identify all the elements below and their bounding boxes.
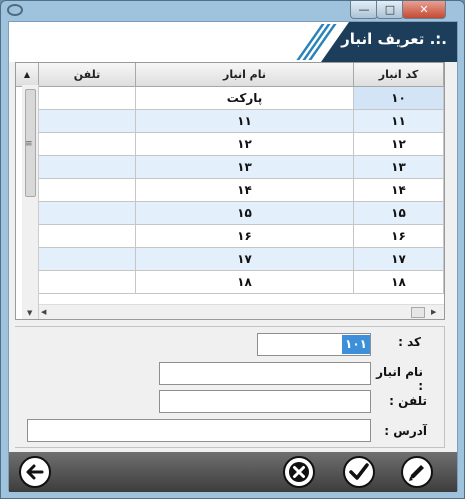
cell-code[interactable]: ۱۴ xyxy=(354,179,444,202)
cell-name[interactable]: پارکت xyxy=(136,87,354,110)
app-window: — □ ✕ .:. تعریف انبار ▲ تلفن نام انبار ک… xyxy=(0,0,465,499)
cell-phone[interactable] xyxy=(39,156,136,179)
name-label: نام انبار : xyxy=(376,365,423,393)
cell-name[interactable]: ۱۳ xyxy=(136,156,354,179)
cell-phone[interactable] xyxy=(39,271,136,294)
minimize-icon: — xyxy=(358,3,370,16)
header-banner: .:. تعریف انبار xyxy=(9,22,457,62)
scroll-right-icon[interactable]: ▶ xyxy=(431,308,436,316)
pencil-icon xyxy=(409,465,424,481)
arrow-left-icon xyxy=(26,464,44,480)
maximize-icon: □ xyxy=(384,3,396,16)
back-button[interactable] xyxy=(19,456,51,488)
cell-name[interactable]: ۱۲ xyxy=(136,133,354,156)
warehouse-grid[interactable]: ▲ تلفن نام انبار کد انبار پارکت۱۰◀۱۱۱۱۱۲… xyxy=(15,62,445,320)
confirm-button[interactable] xyxy=(343,456,375,488)
table-row[interactable]: ۱۷ ۱۷ xyxy=(16,248,444,271)
code-input-value: ۱۰۱ xyxy=(342,335,370,354)
page-title: .:. تعریف انبار xyxy=(341,30,447,48)
cell-phone[interactable] xyxy=(39,133,136,156)
cell-phone[interactable] xyxy=(39,179,136,202)
cell-name[interactable]: ۱۶ xyxy=(136,225,354,248)
grid-corner-header: ▲ xyxy=(16,63,39,87)
title-bar: — □ ✕ xyxy=(1,1,464,21)
vertical-scrollbar[interactable]: ≡ ▼ xyxy=(22,85,39,319)
column-header-phone[interactable]: تلفن xyxy=(39,63,136,87)
cell-phone[interactable] xyxy=(39,225,136,248)
code-label: کد : xyxy=(398,335,421,349)
cell-code[interactable]: ۱۰ xyxy=(354,87,444,110)
cell-code[interactable]: ۱۸ xyxy=(354,271,444,294)
checkmark-icon xyxy=(349,463,369,480)
close-button[interactable]: ✕ xyxy=(402,1,446,19)
phone-input[interactable] xyxy=(159,390,371,413)
x-circle-icon xyxy=(289,462,309,482)
cell-phone[interactable] xyxy=(39,248,136,271)
code-input[interactable]: ۱۰۱ xyxy=(257,333,371,356)
cell-phone[interactable] xyxy=(39,87,136,110)
minimize-button[interactable]: — xyxy=(350,1,378,19)
table-row[interactable]: ۱۱ ۱۱ xyxy=(16,110,444,133)
phone-label: تلفن : xyxy=(389,394,427,408)
app-icon xyxy=(7,4,23,16)
grip-icon: ≡ xyxy=(25,139,33,149)
column-header-name[interactable]: نام انبار xyxy=(136,63,354,87)
scroll-left-icon[interactable]: ◀ xyxy=(41,308,46,316)
name-input[interactable] xyxy=(159,362,371,385)
table-row[interactable]: ۱۸ ۱۸ xyxy=(16,271,444,294)
cell-name[interactable]: ۱۱ xyxy=(136,110,354,133)
cell-code[interactable]: ۱۶ xyxy=(354,225,444,248)
maximize-button[interactable]: □ xyxy=(376,1,404,19)
cancel-button[interactable] xyxy=(283,456,315,488)
address-label: آدرس : xyxy=(384,424,427,438)
table-row[interactable]: ۱۵ ۱۵ xyxy=(16,202,444,225)
cell-code[interactable]: ۱۷ xyxy=(354,248,444,271)
cell-code[interactable]: ۱۱ xyxy=(354,110,444,133)
scroll-down-icon[interactable]: ▼ xyxy=(27,309,32,317)
scrollbar-thumb[interactable] xyxy=(411,307,425,318)
client-area: .:. تعریف انبار ▲ تلفن نام انبار کد انبا… xyxy=(8,21,458,492)
scroll-up-icon[interactable]: ▲ xyxy=(24,70,30,79)
table-row[interactable]: ۱۳ ۱۳ xyxy=(16,156,444,179)
cell-code[interactable]: ۱۵ xyxy=(354,202,444,225)
address-input[interactable] xyxy=(27,419,371,442)
column-header-code[interactable]: کد انبار xyxy=(354,63,444,87)
cell-name[interactable]: ۱۸ xyxy=(136,271,354,294)
table-row[interactable]: ۱۶ ۱۶ xyxy=(16,225,444,248)
table-row[interactable]: ۱۴ ۱۴ xyxy=(16,179,444,202)
cell-name[interactable]: ۱۷ xyxy=(136,248,354,271)
horizontal-scrollbar[interactable]: ◀ ▶ xyxy=(39,304,444,319)
table-row[interactable]: پارکت۱۰◀ xyxy=(16,87,444,110)
cell-code[interactable]: ۱۲ xyxy=(354,133,444,156)
cell-phone[interactable] xyxy=(39,202,136,225)
cell-name[interactable]: ۱۵ xyxy=(136,202,354,225)
button-bar xyxy=(9,452,457,492)
close-icon: ✕ xyxy=(419,3,429,16)
cell-name[interactable]: ۱۴ xyxy=(136,179,354,202)
edit-button[interactable] xyxy=(401,456,433,488)
table-row[interactable]: ۱۲ ۱۲ xyxy=(16,133,444,156)
cell-phone[interactable] xyxy=(39,110,136,133)
cell-code[interactable]: ۱۳ xyxy=(354,156,444,179)
